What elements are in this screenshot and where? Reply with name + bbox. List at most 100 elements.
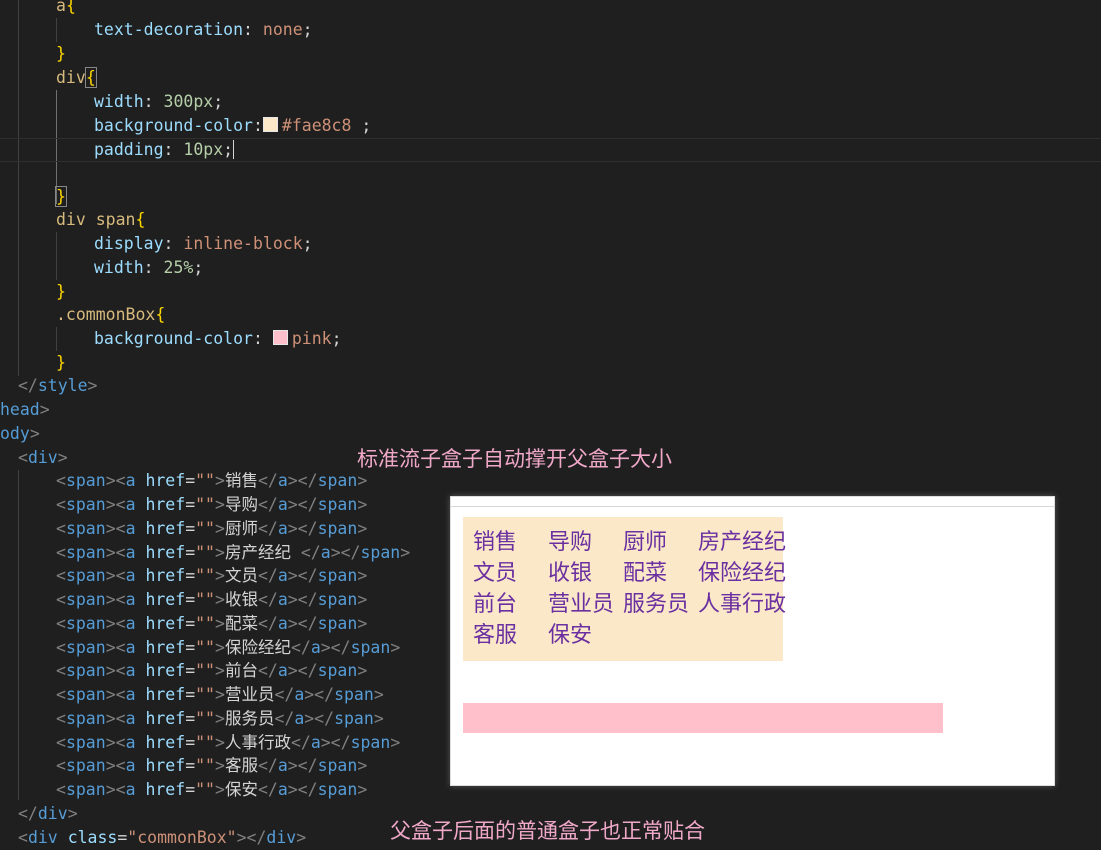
span-code-line[interactable]: <span><a href="">房产经纪 </a></span> <box>0 541 410 565</box>
html-tag: a <box>277 780 288 799</box>
attr-value: "" <box>195 661 215 680</box>
job-link[interactable]: 收银 <box>548 558 623 589</box>
code-line[interactable]: ody> <box>0 422 40 446</box>
code-line[interactable]: </div> <box>0 802 78 826</box>
job-link[interactable]: 保安 <box>548 620 623 651</box>
attr-value: "" <box>195 756 215 775</box>
color-swatch-fae8c8[interactable] <box>262 117 278 132</box>
job-link[interactable]: 房产经纪 <box>698 527 786 558</box>
html-attr: href <box>145 756 186 775</box>
job-link[interactable]: 保险经纪 <box>698 558 786 589</box>
code-line[interactable]: width: 300px; <box>0 90 223 114</box>
css-selector: a <box>56 0 66 15</box>
html-tag: span <box>317 756 358 775</box>
span-code-line[interactable]: <span><a href="">导购</a></span> <box>0 493 367 517</box>
code-line[interactable]: background-color: #fae8c8 ; <box>0 114 371 138</box>
link-text: 营业员 <box>224 685 275 704</box>
span-code-line[interactable]: <span><a href="">前台</a></span> <box>0 659 367 683</box>
html-tag: span <box>65 471 106 490</box>
html-tag: a <box>125 709 136 728</box>
html-tag: a <box>310 638 321 657</box>
code-line[interactable]: head> <box>0 398 50 422</box>
job-link[interactable]: 营业员 <box>548 589 623 620</box>
html-tag: a <box>320 543 331 562</box>
code-line[interactable]: display: inline-block; <box>0 232 313 256</box>
code-line[interactable]: <div class="commonBox"></div> <box>0 826 306 850</box>
html-tag: a <box>125 661 136 680</box>
html-tag: a <box>277 614 288 633</box>
span-code-line[interactable]: <span><a href="">销售</a></span> <box>0 469 367 493</box>
code-line[interactable]: } <box>0 351 66 375</box>
code-line[interactable]: } <box>0 280 66 304</box>
span-code-line[interactable]: <span><a href="">文员</a></span> <box>0 564 367 588</box>
annotation-bottom: 父盒子后面的普通盒子也正常贴合 <box>390 819 705 843</box>
attr-value: "" <box>195 519 215 538</box>
span-code-line[interactable]: <span><a href="">客服</a></span> <box>0 754 367 778</box>
attr-value: "" <box>195 471 215 490</box>
html-tag: ody <box>0 424 30 443</box>
code-line[interactable]: </style> <box>0 374 97 398</box>
css-value: none <box>262 20 303 39</box>
html-tag: span <box>65 733 106 752</box>
code-line[interactable]: <div> <box>0 446 68 470</box>
html-attr: href <box>145 709 186 728</box>
css-property: text-decoration <box>94 20 244 39</box>
attr-value: "" <box>195 566 215 585</box>
css-value: 25% <box>163 258 194 277</box>
html-tag: head <box>0 400 40 419</box>
css-selector: .commonBox <box>56 305 156 324</box>
job-link[interactable]: 厨师 <box>623 527 698 558</box>
span-code-line[interactable]: <span><a href="">保安</a></span> <box>0 778 367 802</box>
job-link[interactable]: 客服 <box>473 620 548 651</box>
code-line[interactable]: .commonBox{ <box>0 303 165 327</box>
span-code-line[interactable]: <span><a href="">收银</a></span> <box>0 588 367 612</box>
html-tag: span <box>317 471 358 490</box>
parent-box: 销售 导购 厨师 房产经纪文员 收银 配菜 保险经纪前台 营业员 服务员 人事行政客服 保安 <box>463 517 786 661</box>
job-link[interactable]: 人事行政 <box>698 589 786 620</box>
attr-value: "" <box>195 709 215 728</box>
html-tag: a <box>277 471 288 490</box>
preview-divider <box>451 506 1054 507</box>
attr-value: "" <box>195 495 215 514</box>
html-tag: span <box>317 614 358 633</box>
job-link[interactable]: 导购 <box>548 527 623 558</box>
job-link[interactable]: 前台 <box>473 589 548 620</box>
span-code-line[interactable]: <span><a href="">营业员</a></span> <box>0 683 384 707</box>
code-line[interactable]: padding: 10px; <box>0 138 235 162</box>
code-line[interactable]: div{ <box>0 66 97 90</box>
code-line[interactable]: width: 25%; <box>0 256 203 280</box>
html-attr: href <box>145 661 186 680</box>
html-tag: a <box>125 543 136 562</box>
code-line[interactable]: a{ <box>0 0 76 18</box>
code-line[interactable]: } <box>0 42 66 66</box>
code-line[interactable]: div span{ <box>0 208 145 232</box>
html-tag: a <box>125 685 136 704</box>
html-tag: a <box>277 519 288 538</box>
html-attr: href <box>145 733 186 752</box>
span-code-line[interactable]: <span><a href="">保险经纪</a></span> <box>0 636 400 660</box>
span-code-line[interactable]: <span><a href="">配菜</a></span> <box>0 612 367 636</box>
span-code-line[interactable]: <span><a href="">服务员</a></span> <box>0 707 384 731</box>
css-property: width <box>94 258 144 277</box>
html-tag: span <box>317 519 358 538</box>
html-tag: span <box>317 566 358 585</box>
html-tag: span <box>65 495 106 514</box>
job-link[interactable]: 服务员 <box>623 589 698 620</box>
job-link[interactable]: 销售 <box>473 527 548 558</box>
code-line[interactable]: } <box>0 185 67 209</box>
span-code-line[interactable]: <span><a href="">人事行政</a></span> <box>0 731 400 755</box>
html-tag: div <box>37 804 68 823</box>
link-text: 保安 <box>224 780 258 799</box>
code-line[interactable]: text-decoration: none; <box>0 18 313 42</box>
code-line[interactable]: background-color: pink; <box>0 327 342 351</box>
brace: } <box>56 353 66 372</box>
html-tag: style <box>37 376 88 395</box>
span-code-line[interactable]: <span><a href="">厨师</a></span> <box>0 517 367 541</box>
color-swatch-pink[interactable] <box>272 330 288 345</box>
link-text: 厨师 <box>224 519 258 538</box>
job-link[interactable]: 配菜 <box>623 558 698 589</box>
annotation-top: 标准流子盒子自动撑开父盒子大小 <box>357 447 672 471</box>
job-link[interactable]: 文员 <box>473 558 548 589</box>
css-property: background-color <box>94 116 253 135</box>
html-tag: span <box>65 661 106 680</box>
